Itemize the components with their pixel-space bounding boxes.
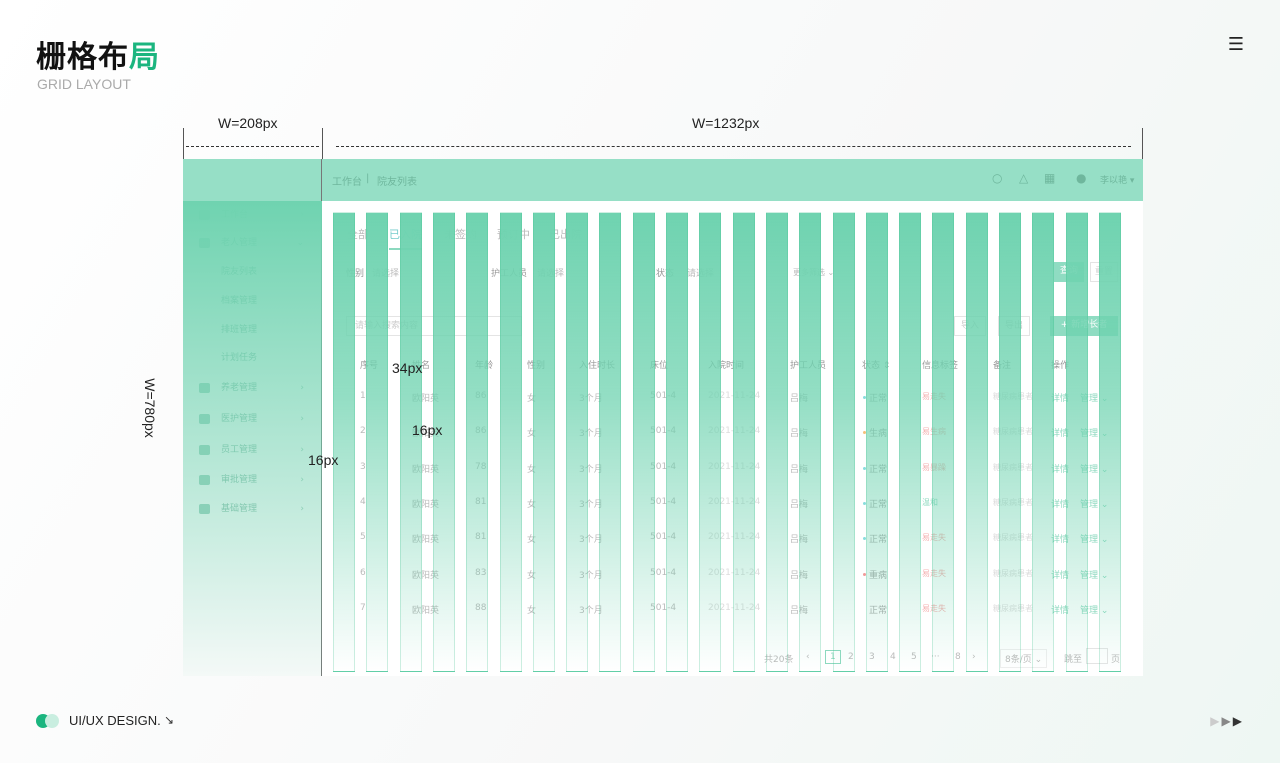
grid-column [1065,212,1088,672]
measure-sidebar-width: W=208px [218,115,278,131]
grid-column [466,212,489,672]
grid-overlay [333,212,1133,672]
grid-column [399,212,422,672]
grid-column [432,212,455,672]
grid-column [832,212,855,672]
margin-annotation: 16px [412,422,443,438]
grid-column [632,212,655,672]
grid-column [366,212,389,672]
user-menu[interactable]: 李以艳 ▾ [1100,173,1134,186]
grid-column [932,212,955,672]
sidebar-logo [183,159,321,201]
grid-column [765,212,788,672]
dot-icon [45,714,59,728]
avatar[interactable]: ● [1076,171,1086,185]
grid-column [599,212,622,672]
measure-height: W=780px [141,378,158,438]
measure-content-width: W=1232px [692,115,760,131]
breadcrumb-sep: | [366,173,370,184]
bell-icon[interactable]: △ [1019,171,1028,185]
slide-title: 栅格布局 [36,40,160,75]
grid-column [865,212,888,672]
app-mockup: 工作台›老人管理⌄院友列表档案管理排班管理计划任务养老管理›医护管理›员工管理›… [183,159,1143,676]
grid-column [1032,212,1055,672]
grid-column [666,212,688,672]
grid-column [566,212,589,672]
grid-column [899,212,922,672]
apps-icon[interactable]: ▦ [1044,171,1055,185]
breadcrumb-current: 院友列表 [377,177,417,188]
measure-arrow [336,146,1131,147]
grid-column [1098,212,1121,672]
measure-arrow [186,146,319,147]
arrow-icon: ↘ [164,713,175,727]
grid-column [699,212,722,672]
grid-column [732,212,755,672]
grid-column [532,212,555,672]
search-icon[interactable]: ○ [992,171,1002,185]
gutter-annotation: 34px [392,360,423,376]
grid-column [999,212,1021,672]
grid-column [799,212,822,672]
grid-column [333,212,355,672]
next-arrows-icon[interactable]: ▶▶▶ [1210,714,1244,728]
breadcrumb-home[interactable]: 工作台 [332,173,362,188]
sidebar-grid-overlay [183,201,322,676]
top-header: 工作台 | 院友列表 ○ △ ▦ ● 李以艳 ▾ [322,159,1143,201]
margin-annotation: 16px [308,452,339,468]
slide-subtitle: GRID LAYOUT [37,76,131,92]
hamburger-icon[interactable]: ☰ [1228,34,1244,55]
footer-label: UI/UX DESIGN. [69,713,161,728]
grid-column [965,212,988,672]
grid-column [499,212,522,672]
